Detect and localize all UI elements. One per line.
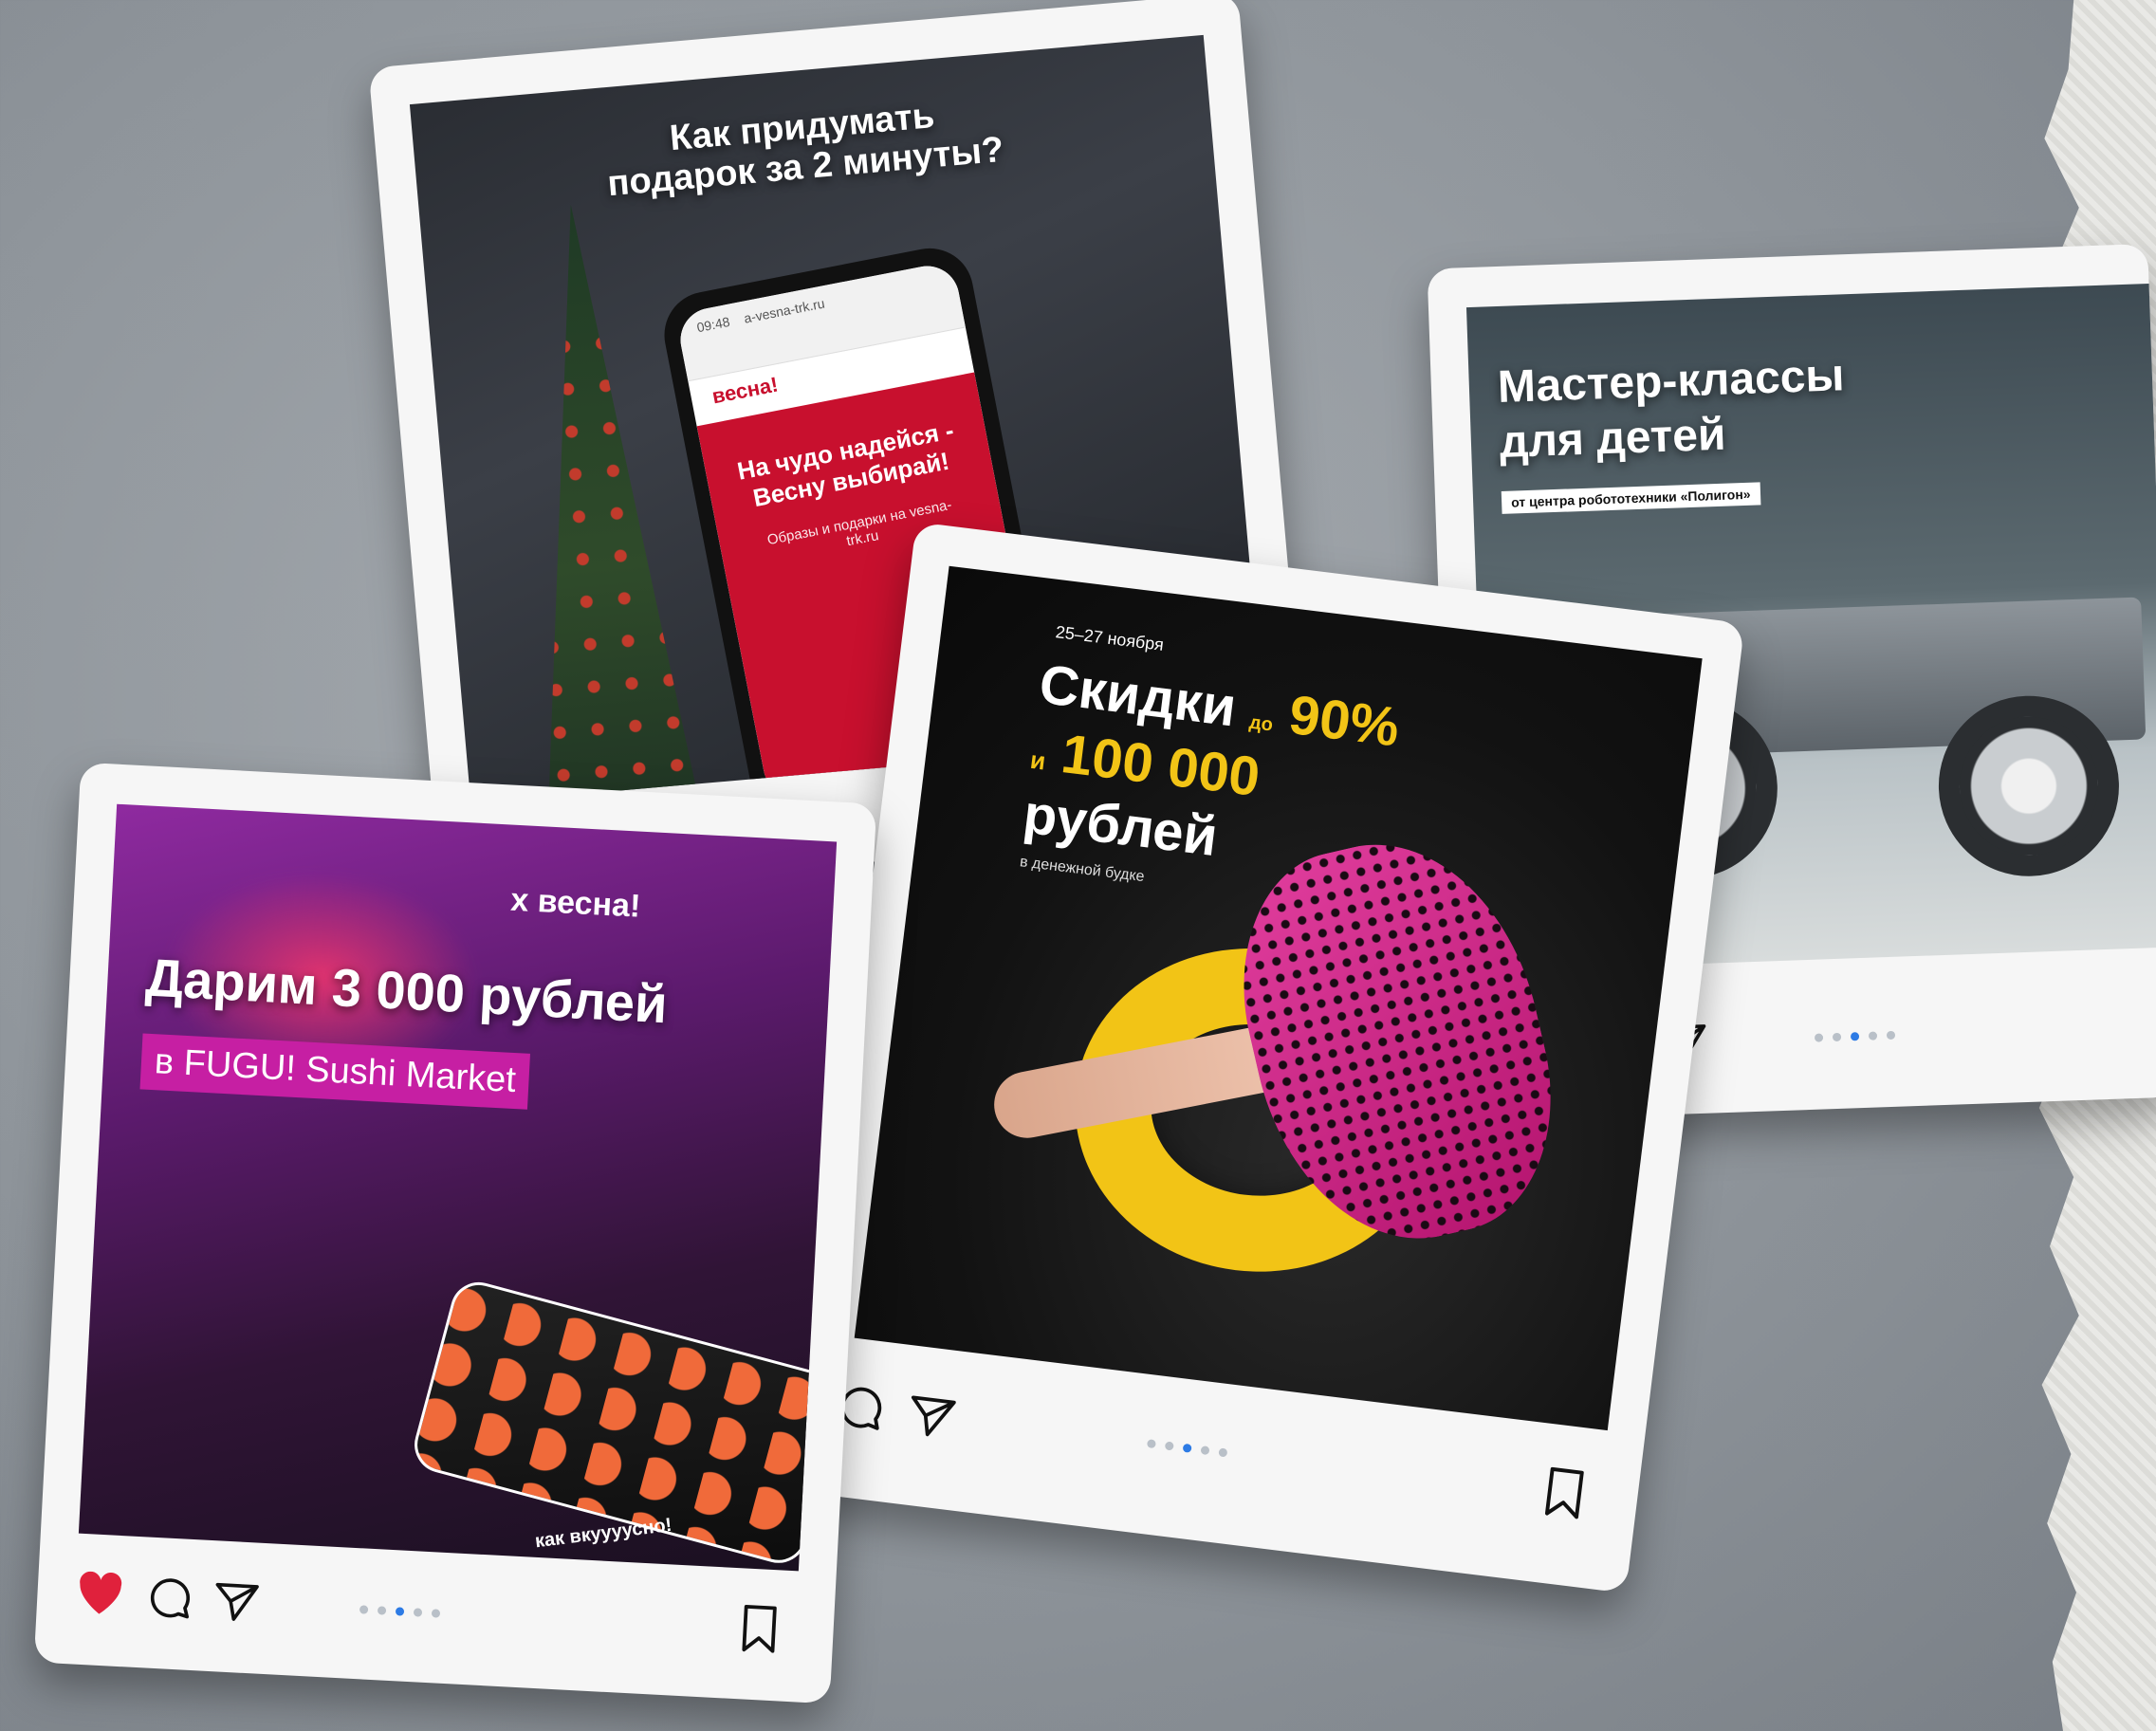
- sale-subtext: в денежной будке: [1019, 854, 1146, 886]
- sale-date: 25–27 ноября: [1054, 622, 1166, 654]
- carousel-dot[interactable]: [1200, 1446, 1210, 1456]
- robotics-headline-line1: Мастер-классы: [1497, 350, 1846, 413]
- carousel-dots-robotics: [1814, 1030, 1896, 1042]
- carousel-dots-sushi: [359, 1605, 441, 1618]
- phone-time: 09:48: [695, 313, 731, 336]
- post-image-sale: 25–27 ноября Скидки до 90% и 100 000 руб…: [854, 565, 1703, 1431]
- carousel-dots-sale: [1146, 1439, 1228, 1458]
- sale-up-to: до: [1247, 711, 1275, 736]
- carousel-dot[interactable]: [359, 1605, 369, 1614]
- carousel-dot[interactable]: [1218, 1447, 1228, 1458]
- carousel-dot[interactable]: [431, 1609, 441, 1618]
- post-card-sale[interactable]: 25–27 ноября Скидки до 90% и 100 000 руб…: [797, 522, 1745, 1593]
- send-icon[interactable]: [904, 1389, 959, 1444]
- carousel-dot[interactable]: [1164, 1441, 1174, 1451]
- heart-icon[interactable]: [74, 1570, 125, 1618]
- sale-percent: 90%: [1285, 683, 1403, 759]
- carousel-dot[interactable]: [377, 1606, 387, 1615]
- gift-headline: Как придумать подарок за 2 минуты?: [605, 96, 1005, 204]
- bookmark-icon[interactable]: [1539, 1464, 1589, 1522]
- phone-url: a-vesna-trk.ru: [742, 295, 826, 326]
- sale-and: и: [1028, 745, 1048, 776]
- carousel-dot[interactable]: [1868, 1031, 1878, 1040]
- carousel-dot[interactable]: [413, 1608, 423, 1617]
- post-card-sushi[interactable]: x весна! Дарим 3 000 рублей в FUGU! Sush…: [33, 762, 877, 1704]
- comment-icon[interactable]: [145, 1574, 195, 1624]
- carousel-dot[interactable]: [1146, 1439, 1156, 1449]
- christmas-tree-decoration: [495, 198, 699, 804]
- post-image-sushi: x весна! Дарим 3 000 рублей в FUGU! Sush…: [78, 803, 838, 1572]
- carousel-dot[interactable]: [1850, 1032, 1860, 1041]
- carousel-dot[interactable]: [1182, 1443, 1192, 1453]
- bookmark-icon[interactable]: [737, 1602, 782, 1655]
- carousel-dot[interactable]: [1886, 1030, 1896, 1040]
- robotics-headline-line2: для детей: [1499, 409, 1727, 468]
- carousel-dot[interactable]: [1814, 1033, 1824, 1042]
- sushi-caption: как вкуууусно!: [533, 1514, 673, 1553]
- partner-mark: x весна!: [509, 881, 642, 925]
- carousel-dot[interactable]: [395, 1607, 405, 1616]
- robotics-badge: от центра робототехники «Полигон»: [1501, 482, 1760, 514]
- phone-brand-logo: весна!: [709, 372, 781, 409]
- send-icon[interactable]: [212, 1576, 262, 1627]
- phone-status-bar: 09:48 a-vesna-trk.ru: [674, 260, 966, 382]
- carousel-dot[interactable]: [1832, 1032, 1842, 1042]
